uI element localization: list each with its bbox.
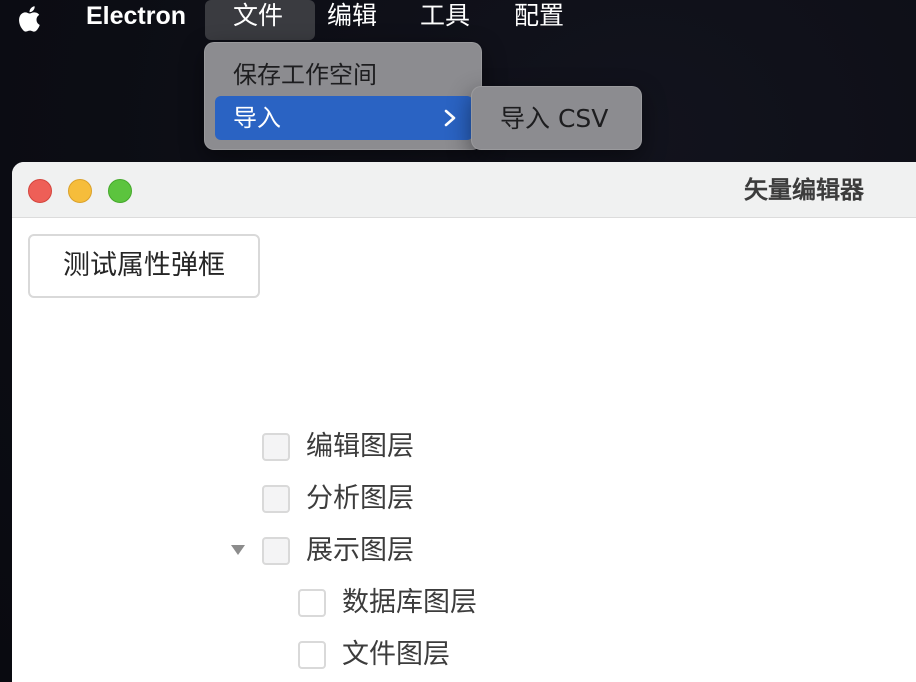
- app-menu[interactable]: Electron: [72, 0, 200, 40]
- menu-item-import-csv[interactable]: 导入 CSV: [500, 97, 608, 141]
- tree-node-label: 展示图层: [306, 535, 414, 566]
- tree-node-checkbox[interactable]: [298, 589, 326, 617]
- test-property-dialog-button[interactable]: 测试属性弹框: [28, 234, 260, 298]
- tree-node-label: 编辑图层: [306, 431, 414, 462]
- menu-item-save-workspace[interactable]: 保存工作空间: [215, 53, 473, 97]
- tree-node-checkbox[interactable]: [262, 537, 290, 565]
- import-submenu: 导入 CSV: [471, 86, 642, 150]
- tree-node-display-layer[interactable]: 展示图层: [218, 530, 518, 570]
- window-title: 矢量编辑器: [744, 176, 864, 204]
- tree-node-file-layer[interactable]: 文件图层: [218, 634, 538, 674]
- tree-node-checkbox[interactable]: [262, 433, 290, 461]
- menu-item-import-label: 导入: [233, 104, 281, 132]
- tree-node-checkbox[interactable]: [262, 485, 290, 513]
- menu-config[interactable]: 配置: [500, 0, 578, 40]
- app-window: 矢量编辑器 测试属性弹框 编辑图层 分析图层 展示图层 数据库图层 文件图层: [12, 162, 916, 682]
- tree-node-analysis-layer[interactable]: 分析图层: [218, 478, 518, 518]
- tree-node-checkbox[interactable]: [298, 641, 326, 669]
- menu-item-import[interactable]: 导入: [215, 96, 473, 140]
- menu-tools[interactable]: 工具: [406, 0, 484, 40]
- tree-node-database-layer[interactable]: 数据库图层: [218, 582, 538, 622]
- caret-down-icon[interactable]: [230, 543, 246, 557]
- tree-node-label: 数据库图层: [342, 587, 477, 618]
- window-minimize-button[interactable]: [68, 179, 92, 203]
- menu-edit[interactable]: 编辑: [313, 0, 391, 40]
- tree-node-edit-layer[interactable]: 编辑图层: [218, 426, 518, 466]
- tree-node-label: 分析图层: [306, 483, 414, 514]
- chevron-right-icon: [444, 109, 456, 127]
- window-close-button[interactable]: [28, 179, 52, 203]
- apple-logo-icon[interactable]: [16, 4, 46, 34]
- window-titlebar[interactable]: 矢量编辑器: [12, 162, 916, 218]
- menu-bar: Electron 文件 编辑 工具 配置: [0, 0, 916, 40]
- tree-node-label: 文件图层: [342, 639, 450, 670]
- file-dropdown-menu: 保存工作空间 导入: [204, 42, 482, 150]
- window-maximize-button[interactable]: [108, 179, 132, 203]
- menu-file[interactable]: 文件: [205, 0, 315, 40]
